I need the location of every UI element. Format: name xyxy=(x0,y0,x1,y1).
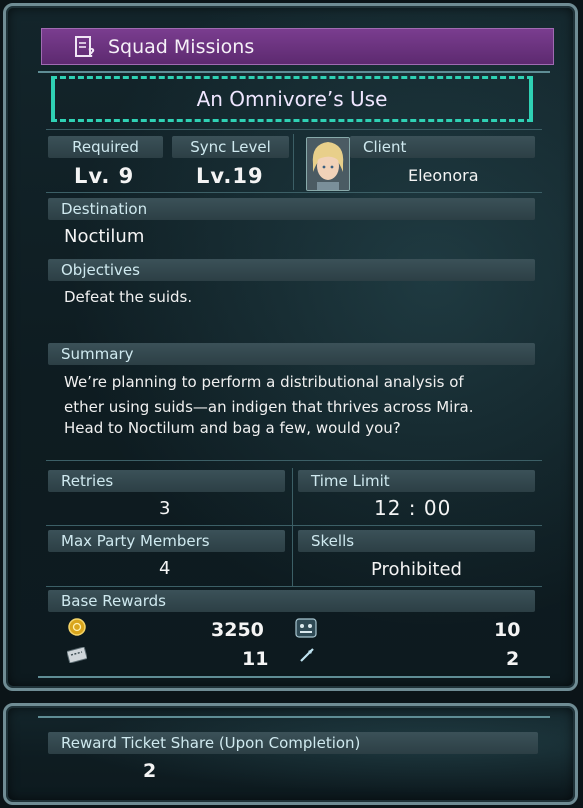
retries-label: Retries xyxy=(48,470,285,492)
required-level: Lv. 9 xyxy=(74,164,135,188)
skells-label: Skells xyxy=(298,530,535,552)
summary-line: Head to Noctilum and bag a few, would yo… xyxy=(64,419,401,437)
divider xyxy=(292,468,293,586)
reward-ticket-icon xyxy=(66,646,88,667)
ticket-share-panel: Reward Ticket Share (Upon Completion) 2 xyxy=(3,703,578,805)
divider xyxy=(46,129,542,130)
battle-points-reward-value: 2 xyxy=(506,648,520,670)
destination-value: Noctilum xyxy=(64,226,145,247)
summary-label: Summary xyxy=(48,343,535,365)
credits-coin-icon xyxy=(68,618,86,640)
sync-level: Lv.19 xyxy=(196,164,264,188)
battle-points-icon xyxy=(298,646,316,668)
divider xyxy=(46,586,542,587)
client-name: Eleonora xyxy=(408,166,479,185)
divider xyxy=(46,192,542,193)
divider xyxy=(46,460,542,461)
client-label: Client xyxy=(350,136,535,158)
divider xyxy=(293,134,294,190)
max-party-label: Max Party Members xyxy=(48,530,285,552)
retries-value: 3 xyxy=(159,498,171,519)
objectives-value: Defeat the suids. xyxy=(64,288,193,306)
sync-level-label: Sync Level xyxy=(172,136,289,158)
divider xyxy=(38,71,550,73)
ticket-share-value: 2 xyxy=(143,760,157,782)
svg-text:?: ? xyxy=(88,46,95,59)
time-limit-label: Time Limit xyxy=(298,470,535,492)
ticket-share-label: Reward Ticket Share (Upon Completion) xyxy=(48,732,538,754)
objectives-label: Objectives xyxy=(48,259,535,281)
mission-detail-panel: ? Squad Missions An Omnivore’s Use Requi… xyxy=(3,3,578,691)
ticket-reward-value: 11 xyxy=(242,648,269,670)
mission-name: An Omnivore’s Use xyxy=(196,87,388,111)
experience-reward-value: 10 xyxy=(494,619,521,641)
summary-line: We’re planning to perform a distribution… xyxy=(64,373,464,391)
divider xyxy=(46,525,542,526)
required-label: Required xyxy=(48,136,163,158)
time-limit-value: 12 : 00 xyxy=(374,496,452,520)
panel-title: Squad Missions xyxy=(108,35,255,58)
mission-name-frame: An Omnivore’s Use xyxy=(51,76,533,122)
experience-icon xyxy=(295,618,317,642)
skells-value: Prohibited xyxy=(371,559,462,580)
divider xyxy=(38,716,550,718)
mission-document-icon: ? xyxy=(72,35,98,59)
divider xyxy=(38,676,550,678)
client-portrait xyxy=(306,137,350,191)
max-party-value: 4 xyxy=(159,558,171,579)
base-rewards-label: Base Rewards xyxy=(48,590,535,612)
panel-header: ? Squad Missions xyxy=(41,28,554,65)
credits-reward-value: 3250 xyxy=(211,619,264,641)
destination-label: Destination xyxy=(48,198,535,220)
